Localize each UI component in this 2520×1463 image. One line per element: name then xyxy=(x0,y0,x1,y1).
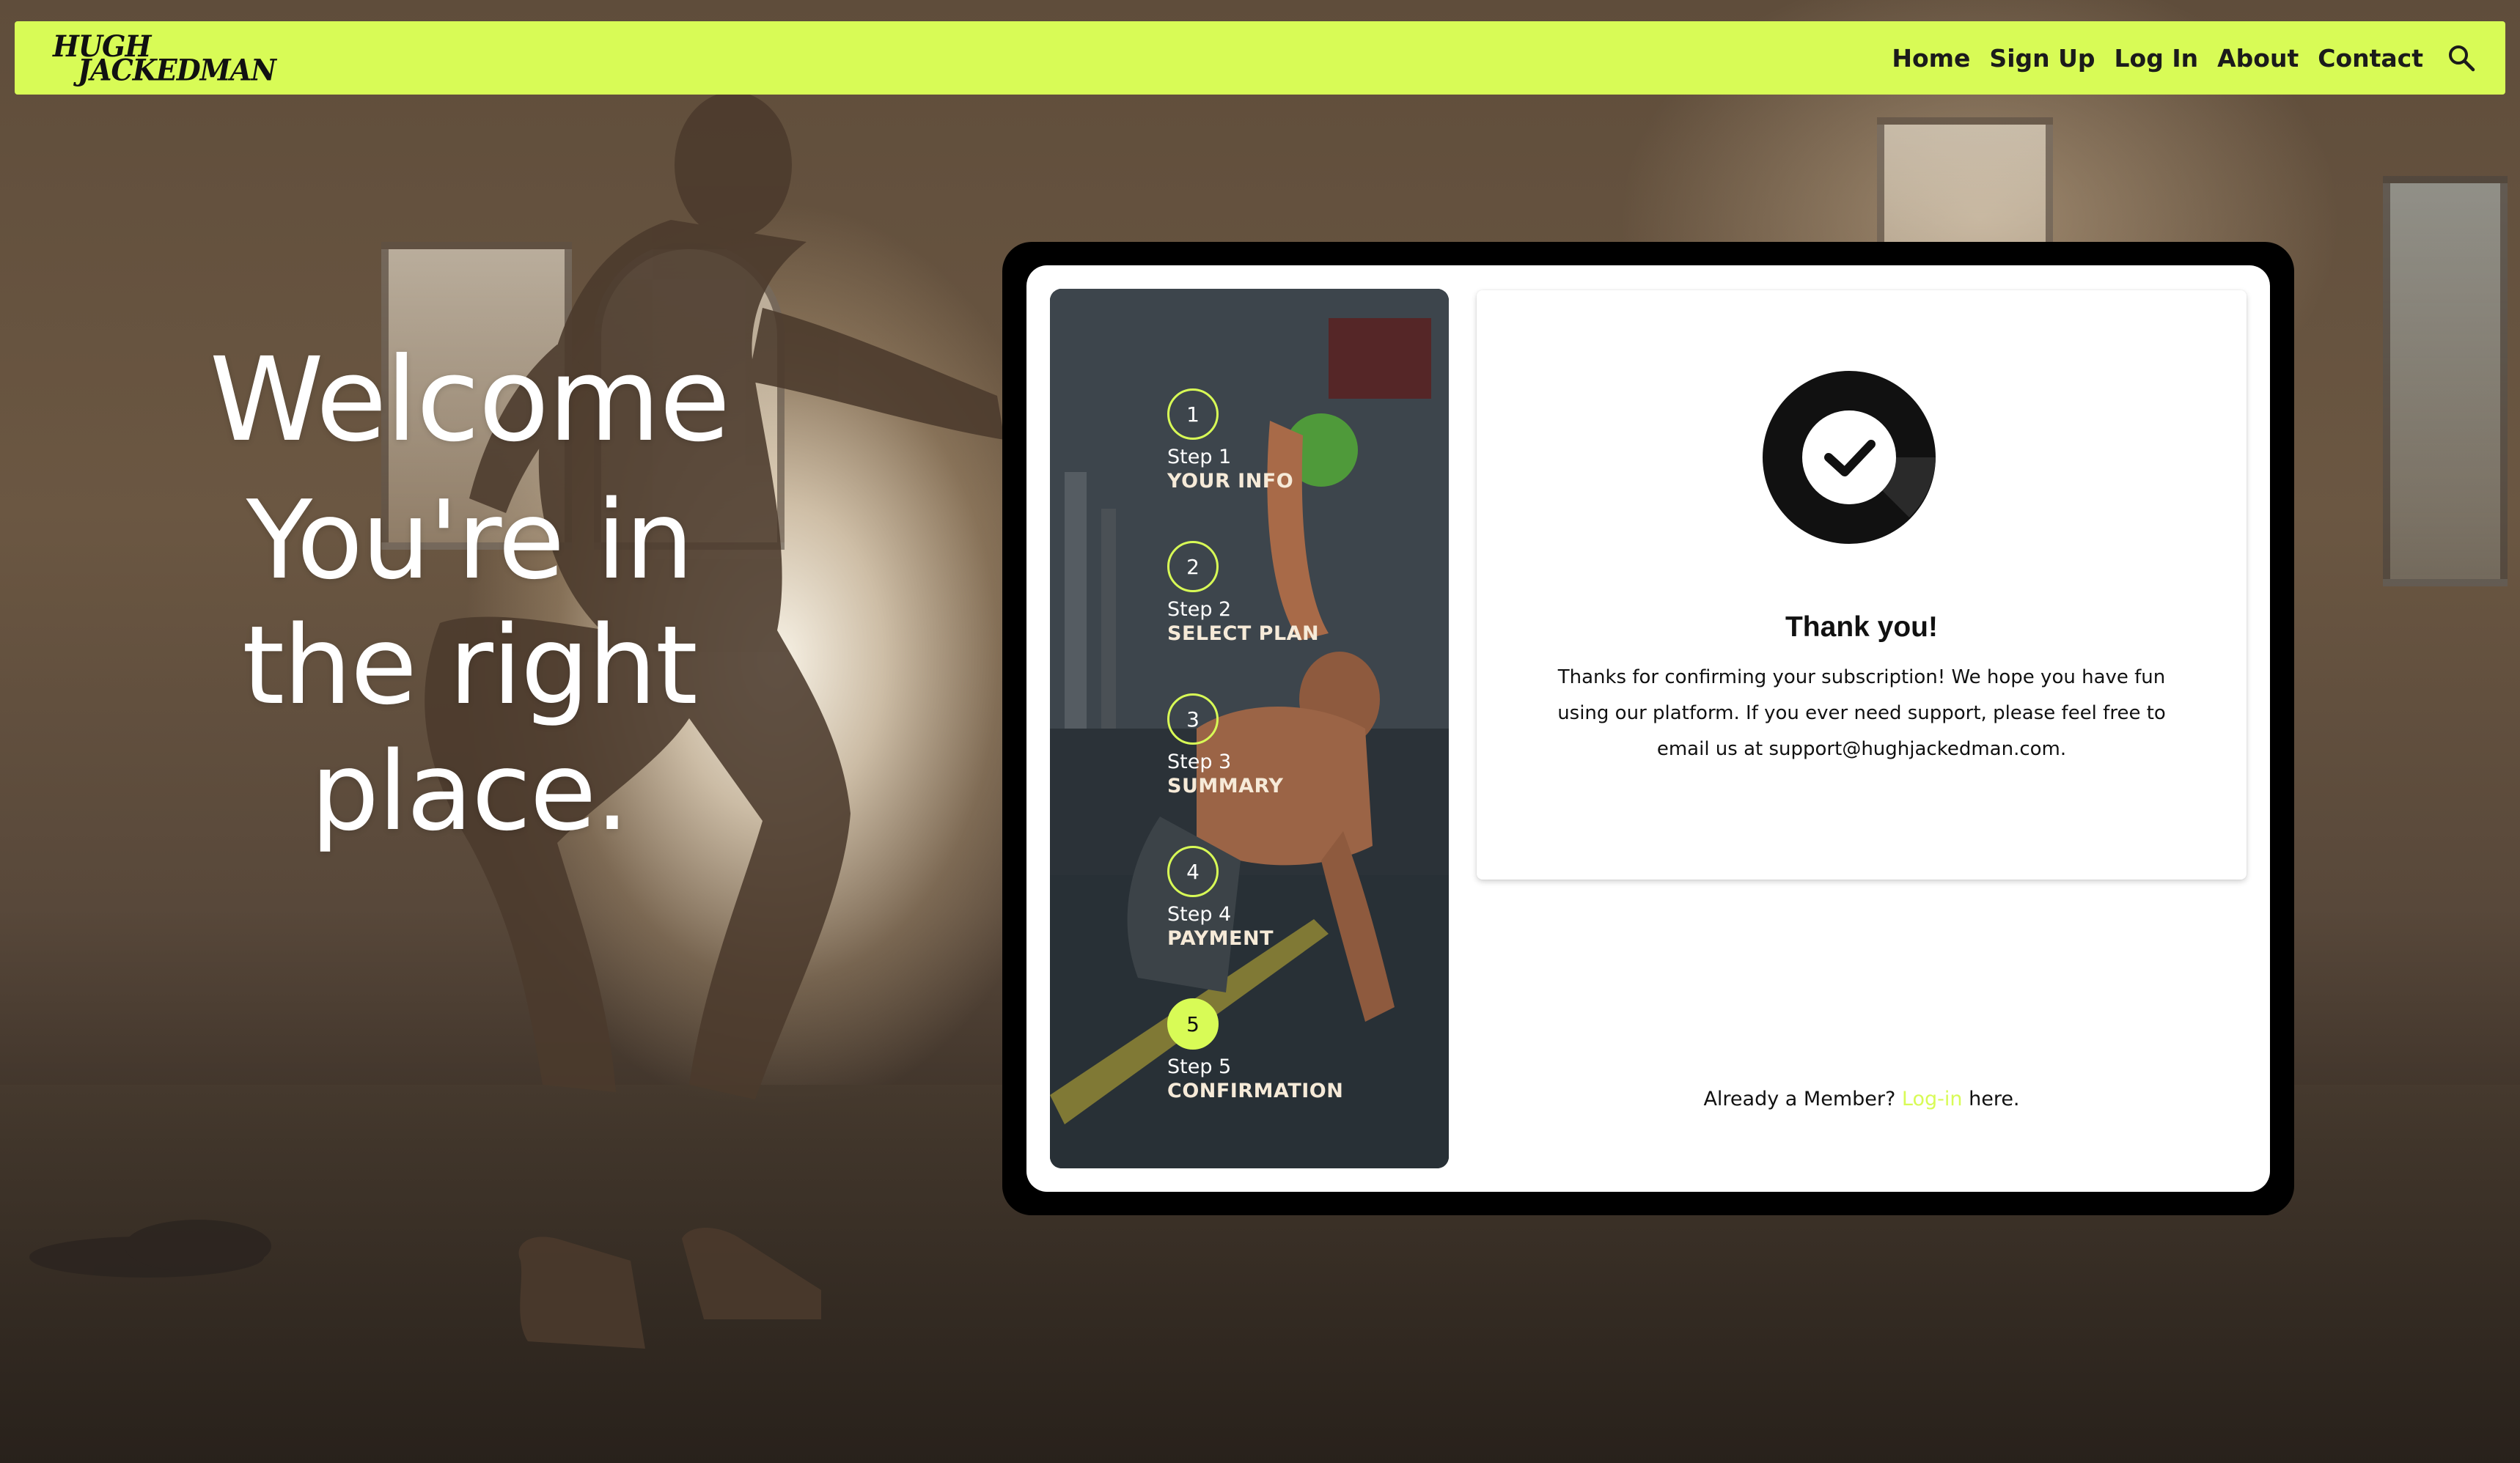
nav-sign-up[interactable]: Sign Up xyxy=(1989,44,2095,73)
login-link[interactable]: Log-in xyxy=(1902,1088,1963,1110)
step-3: 3 Step 3 SUMMARY xyxy=(1167,693,1343,846)
step-1: 1 Step 1 YOUR INFO xyxy=(1167,388,1343,541)
signup-card: 1 Step 1 YOUR INFO 2 Step 2 SELECT PLAN … xyxy=(1026,265,2270,1192)
nav-links: Home Sign Up Log In About Contact xyxy=(1892,42,2477,74)
step-label: YOUR INFO xyxy=(1167,470,1294,493)
steps-sidebar: 1 Step 1 YOUR INFO 2 Step 2 SELECT PLAN … xyxy=(1050,289,1449,1168)
step-circle: 1 xyxy=(1167,388,1219,440)
member-suffix: here. xyxy=(1969,1088,2020,1110)
step-circle: 2 xyxy=(1167,541,1219,592)
thank-you-message: Thanks for confirming your subscription!… xyxy=(1557,666,2166,760)
logo-line-2: JACKEDMAN xyxy=(78,52,276,87)
nav-about[interactable]: About xyxy=(2217,44,2299,73)
step-circle: 4 xyxy=(1167,846,1219,897)
step-label: PAYMENT xyxy=(1167,927,1274,950)
step-circle-active: 5 xyxy=(1167,998,1219,1050)
steps-list: 1 Step 1 YOUR INFO 2 Step 2 SELECT PLAN … xyxy=(1167,388,1343,1151)
member-prefix: Already a Member? xyxy=(1703,1088,1896,1110)
confirmation-panel: Thank you! Thanks for confirming your su… xyxy=(1477,290,2247,880)
step-number: Step 4 xyxy=(1167,903,1232,926)
brand-logo[interactable]: HUGH JACKEDMAN xyxy=(53,32,276,87)
search-icon[interactable] xyxy=(2445,42,2477,74)
top-navbar: HUGH JACKEDMAN Home Sign Up Log In About… xyxy=(15,21,2505,95)
step-4: 4 Step 4 PAYMENT xyxy=(1167,846,1343,998)
step-number: Step 1 xyxy=(1167,446,1232,468)
thank-you-title: Thank you! xyxy=(1785,611,1938,643)
hero-welcome: Welcome xyxy=(209,333,731,468)
hero-tagline: You're in the right place. xyxy=(242,476,698,855)
hero-text: Welcome You're in the right place. xyxy=(147,333,792,855)
step-2: 2 Step 2 SELECT PLAN xyxy=(1167,541,1343,693)
step-5: 5 Step 5 CONFIRMATION xyxy=(1167,998,1343,1151)
nav-home[interactable]: Home xyxy=(1892,44,1970,73)
step-number: Step 2 xyxy=(1167,598,1232,621)
step-label: SUMMARY xyxy=(1167,775,1284,797)
nav-log-in[interactable]: Log In xyxy=(2115,44,2199,73)
step-label: CONFIRMATION xyxy=(1167,1080,1344,1102)
already-member-line: Already a Member? Log-in here. xyxy=(1477,1088,2247,1110)
step-number: Step 5 xyxy=(1167,1055,1232,1078)
step-label: SELECT PLAN xyxy=(1167,622,1320,645)
background-window xyxy=(2383,176,2508,586)
step-number: Step 3 xyxy=(1167,751,1232,773)
nav-contact[interactable]: Contact xyxy=(2318,44,2423,73)
step-circle: 3 xyxy=(1167,693,1219,745)
check-circle-icon xyxy=(1763,371,1936,544)
